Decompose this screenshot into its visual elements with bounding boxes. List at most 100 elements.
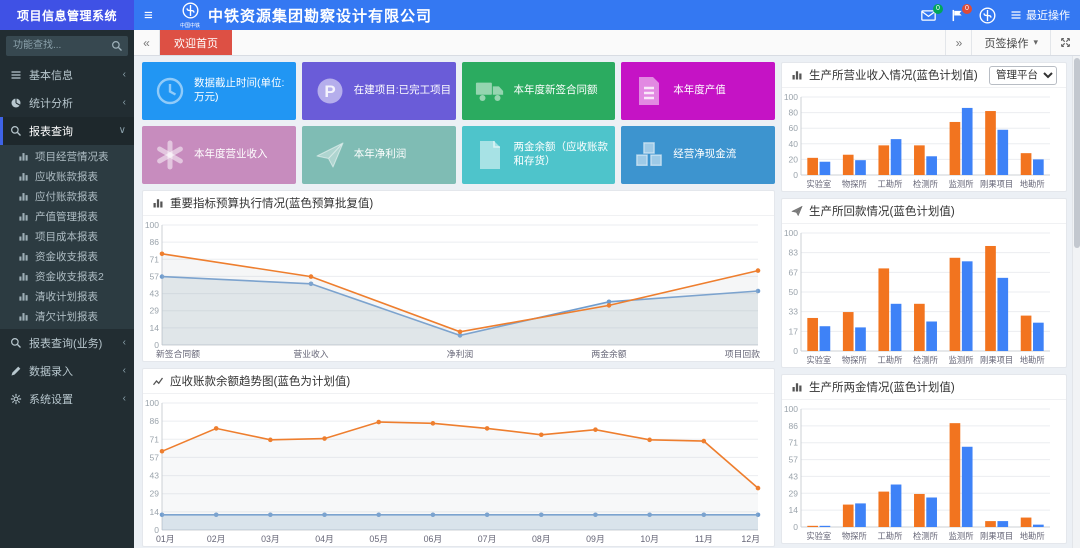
- sidebar-subitem[interactable]: 应收账款报表: [0, 167, 134, 187]
- chevron-left-icon: ‹: [123, 69, 126, 80]
- kpi-card-data-cutoff[interactable]: 数据截止时间(单位: 万元): [142, 62, 296, 120]
- svg-text:100: 100: [784, 404, 798, 414]
- budget-execution-chart: 1008671574329140新签合同额营业收入净利润两金余额项目回款: [145, 218, 764, 361]
- sidebar-subitem[interactable]: 项目成本报表: [0, 227, 134, 247]
- kpi-card-annual-output[interactable]: 本年度产值: [621, 62, 775, 120]
- svg-text:两金余额: 两金余额: [591, 348, 626, 359]
- sidebar-item-system-settings[interactable]: 系统设置 ‹: [0, 385, 134, 413]
- sidebar-subitem[interactable]: 项目经营情况表: [0, 147, 134, 167]
- bar-chart-icon: [18, 191, 29, 202]
- fullscreen-toggle-icon[interactable]: [1050, 30, 1080, 55]
- kpi-card-two-funds[interactable]: 两金余额（应收账款和存货）: [462, 126, 616, 184]
- left-column: 数据截止时间(单位: 万元) P 在建项目:已完工项目 本年度新签合同额 本年度…: [142, 62, 775, 548]
- right-column: 生产所营业收入情况(蓝色计划值) 管理平台 100806040200实验室物探所…: [781, 62, 1067, 548]
- panel-header: 生产所两金情况(蓝色计划值): [782, 375, 1066, 400]
- search-input[interactable]: [6, 36, 128, 56]
- cubes-icon: [634, 140, 664, 170]
- svg-text:新签合同额: 新签合同额: [156, 348, 200, 359]
- chevron-left-icon: ‹: [123, 365, 126, 376]
- mail-icon[interactable]: 0: [921, 9, 936, 22]
- paper-plane-icon: [315, 140, 345, 170]
- bar-chart-icon: [18, 211, 29, 222]
- production-revenue-chart: 100806040200实验室物探所工勘所检测所监测所刚果项目地勘所: [784, 90, 1056, 191]
- svg-text:05月: 05月: [369, 534, 388, 544]
- svg-text:100: 100: [784, 92, 798, 102]
- svg-text:监测所: 监测所: [949, 355, 974, 365]
- table-icon: [1010, 9, 1022, 21]
- bar-chart-icon: [18, 251, 29, 262]
- hamburger-menu-icon[interactable]: ≡: [144, 7, 166, 24]
- panel-header: 重要指标预算执行情况(蓝色预算批复值): [143, 191, 774, 216]
- kpi-card-new-contracts[interactable]: 本年度新签合同额: [462, 62, 616, 120]
- svg-text:0: 0: [793, 522, 798, 532]
- chart-title: 生产所营业收入情况(蓝色计划值): [809, 67, 978, 83]
- kpi-card-cash-flow[interactable]: 经营净现金流: [621, 126, 775, 184]
- chart-title: 生产所回款情况(蓝色计划值): [809, 203, 955, 219]
- chevron-down-icon: ∨: [119, 125, 126, 136]
- paper-plane-icon: [791, 205, 803, 217]
- sidebar-subitem[interactable]: 应付账款报表: [0, 187, 134, 207]
- panel-production-collections: 生产所回款情况(蓝色计划值) 10083675033170实验室物探所工勘所检测…: [781, 198, 1067, 368]
- svg-text:40: 40: [789, 139, 799, 149]
- sidebar-item-report-query[interactable]: 报表查询 ∨: [0, 117, 134, 145]
- sidebar-item-data-entry[interactable]: 数据录入 ‹: [0, 357, 134, 385]
- svg-text:71: 71: [150, 254, 160, 264]
- search-icon[interactable]: [111, 39, 123, 51]
- svg-text:营业收入: 营业收入: [293, 348, 328, 359]
- recent-operations-button[interactable]: 最近操作: [1010, 7, 1070, 23]
- svg-text:14: 14: [150, 507, 160, 517]
- tabs-scroll-right-button[interactable]: »: [945, 30, 971, 55]
- svg-text:实验室: 实验室: [806, 355, 831, 365]
- svg-text:100: 100: [784, 228, 798, 238]
- chevron-left-icon: ‹: [123, 337, 126, 348]
- svg-text:P: P: [324, 82, 335, 101]
- svg-text:刚果项目: 刚果项目: [980, 355, 1013, 365]
- svg-text:04月: 04月: [315, 534, 334, 544]
- sidebar-subitem[interactable]: 清收计划报表: [0, 287, 134, 307]
- company-logo: 中国中铁: [180, 2, 200, 29]
- sidebar-subitem[interactable]: 资金收支报表: [0, 247, 134, 267]
- flag-icon[interactable]: 0: [950, 9, 965, 22]
- svg-text:03月: 03月: [261, 534, 280, 544]
- truck-icon: [475, 76, 505, 106]
- sidebar-item-basic-info[interactable]: 基本信息 ‹: [0, 61, 134, 89]
- svg-text:地勘所: 地勘所: [1020, 355, 1045, 365]
- svg-text:14: 14: [789, 505, 799, 515]
- scrollbar-thumb[interactable]: [1074, 58, 1080, 248]
- main-area: ≡ 中国中铁 中铁资源集团勘察设计有限公司 0 0 最近操作: [134, 0, 1080, 548]
- tab-operations-dropdown[interactable]: 页签操作 ▾: [971, 30, 1050, 55]
- panel-production-two-funds: 生产所两金情况(蓝色计划值) 1008671574329140实验室物探所工勘所…: [781, 374, 1067, 544]
- top-header: ≡ 中国中铁 中铁资源集团勘察设计有限公司 0 0 最近操作: [134, 0, 1080, 30]
- kpi-cards: 数据截止时间(单位: 万元) P 在建项目:已完工项目 本年度新签合同额 本年度…: [142, 62, 775, 184]
- kpi-card-net-profit[interactable]: 本年净利润: [302, 126, 456, 184]
- sidebar-item-report-query-business[interactable]: 报表查询(业务) ‹: [0, 329, 134, 357]
- svg-text:检测所: 检测所: [913, 355, 938, 365]
- caret-down-icon: ▾: [1033, 37, 1038, 48]
- kpi-card-projects[interactable]: P 在建项目:已完工项目: [302, 62, 456, 120]
- sidebar-item-stats-analysis[interactable]: 统计分析 ‹: [0, 89, 134, 117]
- sidebar-subitem[interactable]: 清欠计划报表: [0, 307, 134, 327]
- svg-text:工勘所: 工勘所: [877, 179, 902, 189]
- company-name: 中铁资源集团勘察设计有限公司: [208, 5, 432, 26]
- svg-text:0: 0: [793, 170, 798, 180]
- kpi-card-revenue[interactable]: 本年度营业收入: [142, 126, 296, 184]
- vertical-scrollbar: [1072, 56, 1080, 548]
- platform-select[interactable]: 管理平台: [989, 66, 1057, 85]
- app-window: 项目信息管理系统 基本信息 ‹ 统计分析 ‹ 报表查询 ∨ 项目经营情况表应收账…: [0, 0, 1080, 548]
- svg-text:净利润: 净利润: [447, 348, 474, 359]
- tab-welcome-home[interactable]: 欢迎首页: [160, 30, 232, 55]
- svg-text:刚果项目: 刚果项目: [980, 179, 1013, 189]
- bar-chart-icon: [18, 291, 29, 302]
- sidebar-subitem[interactable]: 资金收支报表2: [0, 267, 134, 287]
- crec-emblem-icon: [182, 2, 199, 23]
- svg-text:检测所: 检测所: [913, 531, 938, 541]
- user-emblem-icon[interactable]: [979, 7, 996, 24]
- pencil-icon: [10, 365, 22, 377]
- sidebar-subitem[interactable]: 产值管理报表: [0, 207, 134, 227]
- tabs-scroll-left-button[interactable]: «: [134, 30, 160, 55]
- app-title: 项目信息管理系统: [0, 0, 134, 30]
- list-icon: [10, 69, 22, 81]
- svg-text:实验室: 实验室: [806, 531, 831, 541]
- svg-text:29: 29: [150, 306, 160, 316]
- panel-receivable-trend: 应收账款余额趋势图(蓝色为计划值) 100867157432914001月02月…: [142, 368, 775, 547]
